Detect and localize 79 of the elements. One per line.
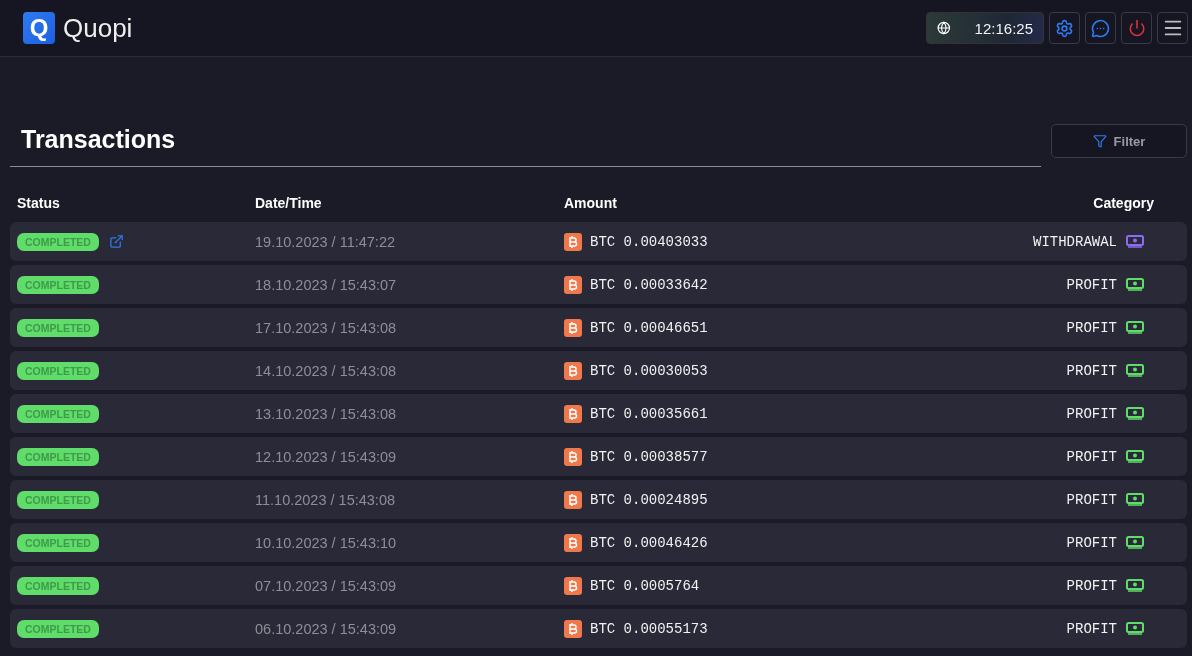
column-header: Category — [1092, 195, 1154, 211]
date-time: 06.10.2023 / 15:43:09 — [255, 620, 398, 637]
banknote-icon — [1126, 493, 1144, 506]
page-title: Transactions — [10, 125, 1041, 167]
status-badge: COMPLETED — [17, 275, 99, 294]
status-badge: COMPLETED — [17, 404, 99, 423]
banknote-icon — [1126, 364, 1144, 377]
external-link-icon[interactable] — [108, 234, 124, 249]
status-badge: COMPLETED — [17, 447, 99, 466]
power-icon — [1127, 19, 1146, 37]
category: PROFIT — [1066, 577, 1117, 594]
category: WITHDRAWAL — [1033, 233, 1117, 250]
banknote-icon — [1126, 235, 1144, 248]
clock-widget: 12:16:25 — [926, 12, 1044, 44]
category: PROFIT — [1066, 405, 1117, 422]
date-time: 14.10.2023 / 15:43:08 — [255, 362, 398, 379]
date-time: 17.10.2023 / 15:43:08 — [255, 319, 398, 336]
banknote-icon — [1126, 407, 1144, 420]
date-time: 11.10.2023 / 15:43:08 — [255, 491, 397, 508]
date-time: 12.10.2023 / 15:43:09 — [255, 448, 398, 465]
amount: BTC 0.00038577 — [590, 448, 708, 465]
bitcoin-icon — [564, 490, 582, 509]
power-button[interactable] — [1121, 12, 1152, 44]
column-header: Date/Time — [255, 195, 323, 211]
amount: BTC 0.00403033 — [590, 233, 708, 250]
status-badge: COMPLETED — [17, 619, 99, 638]
status-badge: COMPLETED — [17, 576, 99, 595]
category: PROFIT — [1066, 448, 1117, 465]
banknote-icon — [1126, 278, 1144, 291]
date-time: 13.10.2023 / 15:43:08 — [255, 405, 398, 422]
status-badge: COMPLETED — [17, 232, 99, 251]
banknote-icon — [1126, 450, 1144, 463]
amount: BTC 0.00046426 — [590, 534, 708, 551]
filter-icon — [1092, 134, 1107, 148]
category: PROFIT — [1066, 362, 1117, 379]
globe-icon — [937, 19, 951, 37]
banknote-icon — [1126, 536, 1144, 549]
amount: BTC 0.00033642 — [590, 276, 708, 293]
status-badge: COMPLETED — [17, 318, 99, 337]
filter-button[interactable]: Filter — [1051, 124, 1187, 158]
menu-button[interactable] — [1157, 12, 1188, 44]
amount: BTC 0.00035661 — [590, 405, 708, 422]
chat-bubble-icon — [1091, 18, 1110, 38]
column-header: Amount — [564, 195, 618, 211]
status-badge: COMPLETED — [17, 490, 99, 509]
banknote-icon — [1126, 579, 1144, 592]
settings-button[interactable] — [1049, 12, 1080, 44]
date-time: 19.10.2023 / 11:47:22 — [255, 233, 397, 250]
bitcoin-icon — [564, 447, 582, 466]
category: PROFIT — [1066, 276, 1117, 293]
amount: BTC 0.00024895 — [590, 491, 708, 508]
date-time: 18.10.2023 / 15:43:07 — [255, 276, 398, 293]
amount: BTC 0.00030053 — [590, 362, 708, 379]
amount: BTC 0.00055173 — [590, 620, 708, 637]
column-header: Status — [17, 195, 61, 211]
bitcoin-icon — [564, 275, 582, 294]
banknote-icon — [1126, 321, 1144, 334]
date-time: 07.10.2023 / 15:43:09 — [255, 577, 398, 594]
bitcoin-icon — [564, 404, 582, 423]
brand-name: Quopi — [63, 12, 133, 44]
amount: BTC 0.0005764 — [590, 577, 700, 594]
category: PROFIT — [1066, 620, 1117, 637]
bitcoin-icon — [564, 533, 582, 552]
status-badge: COMPLETED — [17, 533, 99, 552]
category: PROFIT — [1066, 491, 1117, 508]
bitcoin-icon — [564, 361, 582, 380]
category: PROFIT — [1066, 534, 1117, 551]
amount: BTC 0.00046651 — [590, 319, 708, 336]
bitcoin-icon — [564, 619, 582, 638]
category: PROFIT — [1066, 319, 1117, 336]
bitcoin-icon — [564, 232, 582, 251]
bitcoin-icon — [564, 318, 582, 337]
banknote-icon — [1126, 622, 1144, 635]
status-badge: COMPLETED — [17, 361, 99, 380]
date-time: 10.10.2023 / 15:43:10 — [255, 534, 398, 551]
logo-icon: Q — [23, 12, 55, 44]
gear-icon — [1055, 18, 1074, 38]
chat-button[interactable] — [1085, 12, 1116, 44]
bitcoin-icon — [564, 576, 582, 595]
